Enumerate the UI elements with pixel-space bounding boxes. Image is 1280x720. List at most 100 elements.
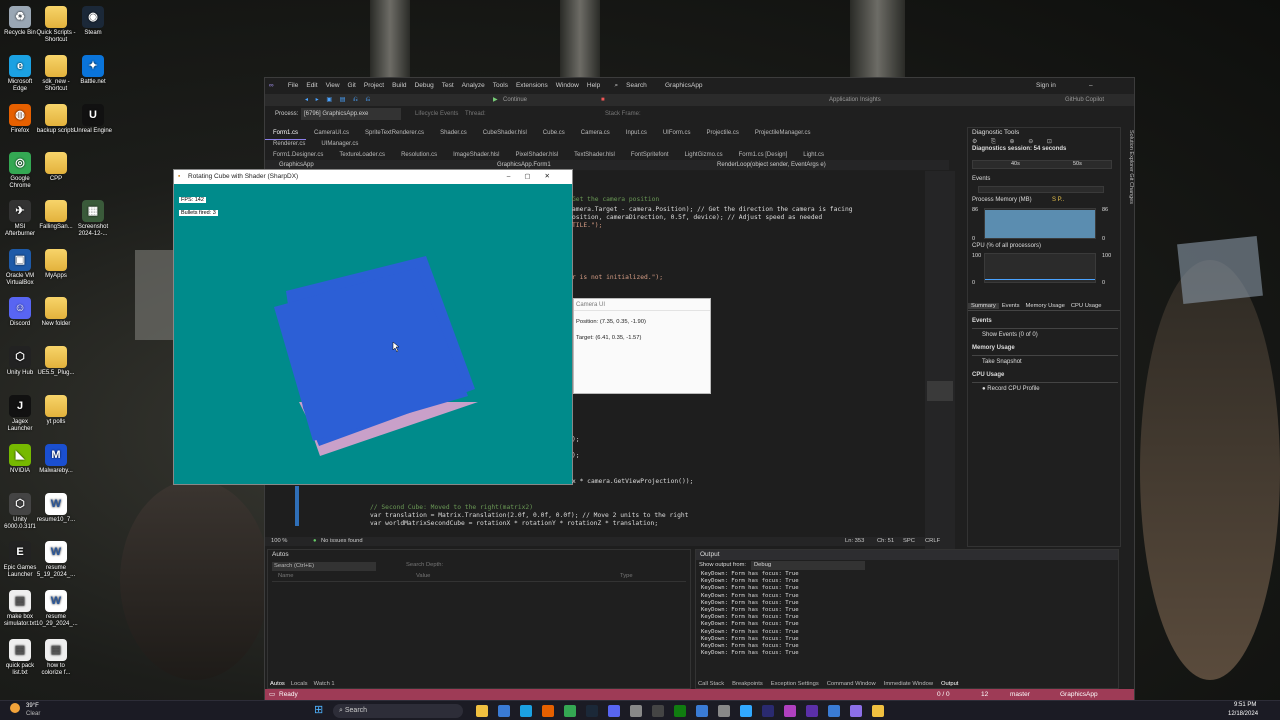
lifecycle-events[interactable]: Lifecycle Events	[415, 108, 458, 120]
windows-start-icon[interactable]: ⊞	[314, 705, 323, 716]
diag-tab[interactable]: CPU Usage	[1068, 303, 1105, 309]
events-section[interactable]: Events	[972, 176, 990, 182]
editor-minimap[interactable]	[925, 171, 955, 550]
line-ending-mode[interactable]: CRLF	[925, 537, 940, 546]
code-line[interactable]: amera.Target - camera.Position); // Get …	[572, 206, 853, 213]
desktop-icon[interactable]: M Malwareby...	[36, 444, 76, 475]
code-line[interactable]: Get the camera position	[572, 196, 659, 203]
output-bottom-tab[interactable]: Immediate Window	[884, 681, 933, 687]
output-bottom-tab[interactable]: Call Stack	[698, 681, 724, 687]
side-tab-label[interactable]: Solution Explorer	[1128, 130, 1134, 172]
take-snapshot-link[interactable]: Take Snapshot	[972, 356, 1118, 369]
desktop-icon[interactable]: ✈ MSI Afterburner	[0, 200, 40, 238]
diag-toolbar-icons[interactable]: ⚙ ⎘ ⊕ ⊖ ⊡	[968, 138, 1120, 146]
output-source-select[interactable]: Debug	[751, 561, 865, 570]
menu-item-edit[interactable]: Edit	[302, 78, 321, 94]
desktop-icon[interactable]: Wresume10_7...	[36, 493, 76, 524]
autos-search-input[interactable]: Search (Ctrl+E)	[272, 562, 376, 571]
taskbar-search[interactable]: ⌕ Search	[333, 704, 463, 718]
menu-item-test[interactable]: Test	[438, 78, 458, 94]
menu-item-project[interactable]: Project	[360, 78, 388, 94]
desktop-icon[interactable]: U Unreal Engine	[73, 104, 113, 135]
clock-date[interactable]: 12/18/2024	[1228, 711, 1258, 717]
menu-item-debug[interactable]: Debug	[411, 78, 438, 94]
status-branch[interactable]: master	[1010, 689, 1030, 700]
menu-item-git[interactable]: Git	[344, 78, 360, 94]
desktop-icon[interactable]: ☺ Discord	[0, 297, 40, 328]
desktop-icon[interactable]: New folder	[36, 297, 76, 328]
desktop-icon[interactable]: Quick Scripts - Shortcut	[36, 6, 76, 44]
desktop-icon[interactable]: ⬡ Unity 6000.0.31f1	[0, 493, 40, 531]
show-events-link[interactable]: Show Events (0 of 0)	[972, 329, 1118, 342]
issues-indicator[interactable]: No issues found	[321, 537, 363, 546]
autos-bottom-tab[interactable]: Autos	[270, 681, 285, 687]
show-events-label[interactable]: Show Events (0 of 0)	[982, 332, 1038, 338]
desktop-icon[interactable]: ▣ Oracle VM VirtualBox	[0, 249, 40, 287]
taskbar-app-icon[interactable]	[762, 705, 774, 717]
desktop-icon[interactable]: ▦ Screenshot 2024-12-...	[73, 200, 113, 238]
side-tab-label[interactable]: Git Changes	[1128, 173, 1134, 204]
desktop-icon[interactable]: MyApps	[36, 249, 76, 280]
diag-tab[interactable]: Summary	[968, 303, 999, 309]
col-name[interactable]: Name	[278, 573, 293, 579]
taskbar-app-icon[interactable]	[608, 705, 620, 717]
taskbar-app-icon[interactable]	[498, 705, 510, 717]
code-line[interactable]: var translation = Matrix.Translation(2.0…	[370, 512, 688, 519]
taskbar-search-label[interactable]: Search	[345, 707, 367, 714]
desktop-icon[interactable]: Wresume 10_29_2024_...	[36, 590, 78, 628]
code-line[interactable]: x * camera.GetViewProjection());	[572, 478, 693, 485]
cube-window-controls[interactable]: –▢✕	[507, 170, 564, 184]
side-tab-solution-explorer[interactable]: Solution Explorer Git Changes	[1124, 130, 1134, 220]
camera-ui-title[interactable]: Camera UI	[574, 299, 710, 311]
render-viewport[interactable]: FPS: 142 Bullets fired: 3	[174, 184, 572, 484]
weather-desc[interactable]: Clear	[26, 711, 40, 717]
taskbar-app-icon[interactable]	[476, 705, 488, 717]
output-text[interactable]: KeyDown: Form has focus: True KeyDown: Fo…	[701, 571, 799, 657]
continue-icon[interactable]: ▶	[493, 94, 498, 106]
minimap-viewport[interactable]	[927, 381, 953, 401]
desktop-icon[interactable]: CPP	[36, 152, 76, 183]
menu-item-view[interactable]: View	[322, 78, 344, 94]
record-cpu-label[interactable]: Record CPU Profile	[987, 386, 1039, 392]
desktop-icon[interactable]: ▤ make box simulator.txt	[0, 590, 40, 628]
menu-item-window[interactable]: Window	[552, 78, 583, 94]
nav-member-select[interactable]: RenderLoop(object sender, EventArgs e)	[717, 160, 826, 170]
taskbar-app-icon[interactable]	[542, 705, 554, 717]
timeline-ruler[interactable]: 40s 50s	[972, 160, 1112, 169]
whitespace-mode[interactable]: SPC	[903, 537, 915, 546]
desktop-icon[interactable]: backup scripts	[36, 104, 76, 135]
col-type[interactable]: Type	[620, 573, 633, 579]
camera-ui-window[interactable]: Camera UI Position: (7.35, 0.35, -1.90) …	[573, 298, 711, 394]
code-line[interactable]: var worldMatrixSecondCube = rotationX * …	[370, 520, 658, 527]
menu-item-build[interactable]: Build	[388, 78, 410, 94]
taskbar-app-icon[interactable]	[674, 705, 686, 717]
menu-item-analyze[interactable]: Analyze	[458, 78, 489, 94]
taskbar-app-icon[interactable]	[784, 705, 796, 717]
taskbar-app-icon[interactable]	[652, 705, 664, 717]
cube-app-window[interactable]: ▪ Rotating Cube with Shader (SharpDX) –▢…	[173, 169, 573, 485]
taskbar-app-icon[interactable]	[740, 705, 752, 717]
taskbar-app-icon[interactable]	[564, 705, 576, 717]
process-select[interactable]: [6796] GraphicsApp.exe	[301, 108, 401, 120]
code-line[interactable]: osition, cameraDirection, 0.5f, device);…	[572, 214, 822, 221]
zoom-level[interactable]: 100 %	[271, 537, 287, 546]
col-value[interactable]: Value	[416, 573, 430, 579]
taskbar-app-icon[interactable]	[872, 705, 884, 717]
taskbar-app-icon[interactable]	[806, 705, 818, 717]
status-changes[interactable]: 12	[981, 689, 988, 700]
desktop-icon[interactable]: e Microsoft Edge	[0, 55, 40, 93]
desktop-icon[interactable]: ◉ Steam	[73, 6, 113, 37]
desktop-icon[interactable]: ▤ quick pack list.txt	[0, 639, 40, 677]
menu-item-file[interactable]: File	[284, 78, 302, 94]
clock-time[interactable]: 9:51 PM	[1234, 702, 1256, 708]
code-line[interactable]: TILE.");	[572, 222, 602, 229]
taskbar-app-icon[interactable]	[718, 705, 730, 717]
record-cpu-link[interactable]: ● Record CPU Profile	[972, 383, 1118, 396]
desktop-icon[interactable]: UE5.5_Plug...	[36, 346, 76, 377]
stop-icon[interactable]: ■	[601, 94, 605, 106]
taskbar-app-icon[interactable]	[850, 705, 862, 717]
autos-bottom-tab[interactable]: Locals	[291, 681, 308, 687]
code-line[interactable]: );	[572, 452, 580, 459]
output-bottom-tab[interactable]: Breakpoints	[732, 681, 763, 687]
autos-bottom-tab[interactable]: Watch 1	[314, 681, 335, 687]
